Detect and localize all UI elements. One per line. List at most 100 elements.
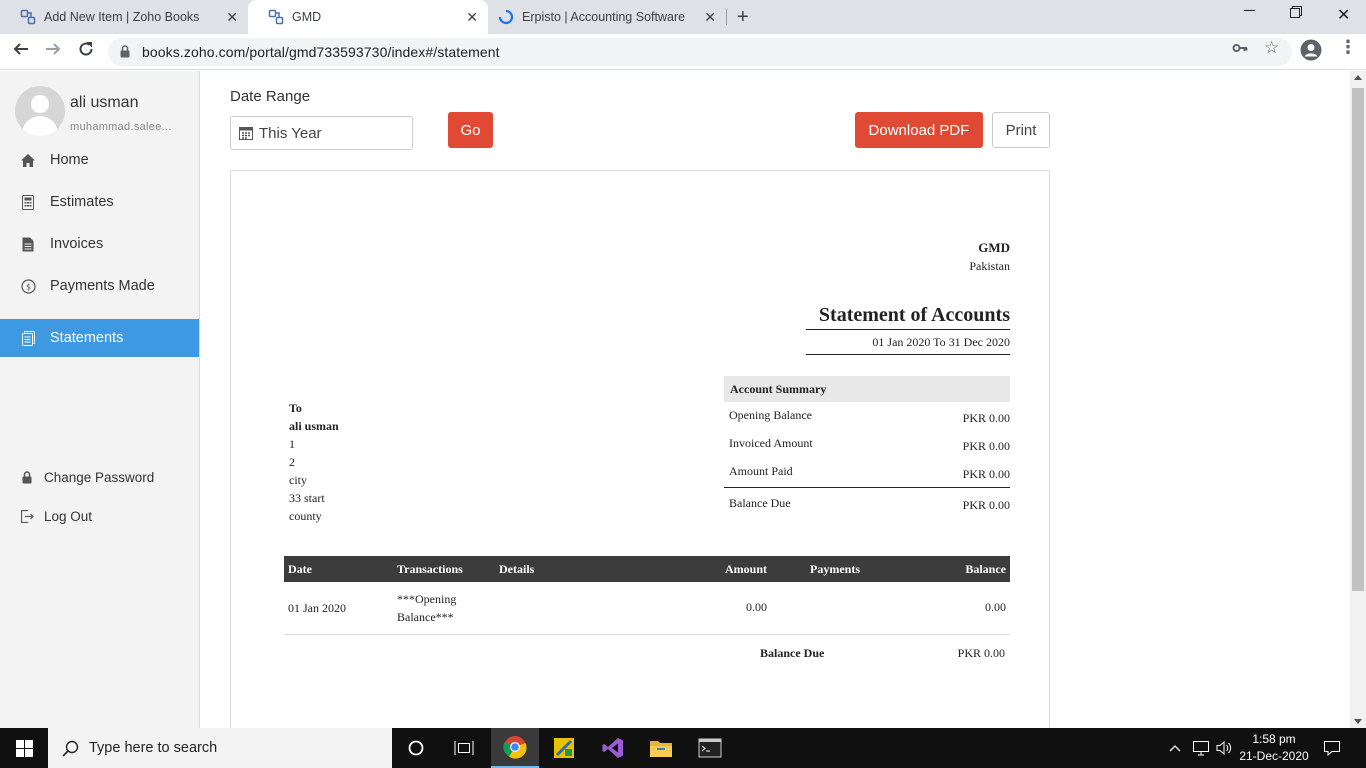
column-header: Date xyxy=(288,562,312,576)
scroll-down-arrow-icon[interactable] xyxy=(1354,719,1362,724)
network-icon[interactable] xyxy=(1192,728,1210,768)
restore-icon[interactable] xyxy=(1290,5,1302,22)
show-hidden-icons-chevron-icon[interactable] xyxy=(1169,728,1181,768)
windows-start-icon[interactable] xyxy=(0,728,48,768)
address-line: city xyxy=(289,473,307,487)
tab-title: GMD xyxy=(292,10,322,24)
sidebar-item-estimates[interactable]: Estimates xyxy=(0,183,199,221)
tab-title: Erpisto | Accounting Software xyxy=(522,10,686,24)
sidebar-item-statements[interactable]: Statements xyxy=(0,319,199,357)
account-summary-heading: Account Summary xyxy=(724,376,1010,402)
sidebar-item-label: Estimates xyxy=(50,194,114,210)
download-pdf-button[interactable]: Download PDF xyxy=(855,112,983,148)
address-line: 2 xyxy=(289,455,295,469)
clock-time: 1:58 pm xyxy=(1252,732,1296,746)
table-balance-due-value: PKR 0.00 xyxy=(957,646,1005,660)
sidebar-item-home[interactable]: Home xyxy=(0,141,199,179)
zoho-books-icon xyxy=(268,9,284,25)
column-header: Payments xyxy=(810,562,860,576)
divider xyxy=(806,354,1010,355)
account-summary: Account Summary Opening Balance PKR 0.00… xyxy=(724,376,1010,516)
user-name: ali usman xyxy=(70,94,139,111)
close-window-icon[interactable]: ✕ xyxy=(1337,5,1350,25)
date-range-select[interactable]: This Year xyxy=(230,116,413,150)
close-icon[interactable]: ✕ xyxy=(704,9,716,26)
file-explorer-icon[interactable] xyxy=(637,728,685,768)
taskbar-clock[interactable]: 1:58 pm 21-Dec-2020 xyxy=(1236,731,1312,765)
minimize-icon[interactable]: ─ xyxy=(1244,2,1255,19)
back-icon[interactable] xyxy=(13,41,29,62)
volume-icon[interactable] xyxy=(1215,728,1233,768)
org-country: Pakistan xyxy=(969,259,1010,273)
tools-app-icon[interactable] xyxy=(540,728,588,768)
date-range-value: This Year xyxy=(259,124,322,142)
browser-toolbar: books.zoho.com/portal/gmd733593730/index… xyxy=(0,34,1366,70)
cell-transaction: Balance*** xyxy=(397,610,454,624)
column-header: Details xyxy=(499,562,535,576)
statement-icon xyxy=(20,330,36,346)
sidebar-item-label: Statements xyxy=(50,330,124,346)
notifications-icon[interactable] xyxy=(1323,728,1341,768)
page-scrollbar[interactable] xyxy=(1350,71,1366,728)
task-view-icon[interactable] xyxy=(440,728,488,768)
tab-erpisto[interactable]: Erpisto | Accounting Software ✕ xyxy=(488,0,726,34)
logout-icon xyxy=(20,509,34,523)
coin-icon: $ xyxy=(20,278,36,294)
statement-date-range: 01 Jan 2020 To 31 Dec 2020 xyxy=(872,335,1010,349)
print-button[interactable]: Print xyxy=(992,112,1050,148)
calendar-icon xyxy=(239,126,253,140)
statement-title: Statement of Accounts xyxy=(818,304,1010,326)
sidebar-item-change-password[interactable]: Change Password xyxy=(0,462,199,492)
bookmark-star-icon[interactable]: ☆ xyxy=(1264,38,1279,58)
sidebar-item-label: Payments Made xyxy=(50,278,155,294)
summary-label: Opening Balance xyxy=(729,408,812,422)
address-line: county xyxy=(289,509,322,523)
tab-add-new-item[interactable]: Add New Item | Zoho Books ✕ xyxy=(0,0,248,34)
summary-value: PKR 0.00 xyxy=(962,467,1010,481)
summary-row: Amount Paid PKR 0.00 xyxy=(724,458,1010,486)
url-text: books.zoho.com/portal/gmd733593730/index… xyxy=(142,44,500,60)
go-button[interactable]: Go xyxy=(448,112,493,148)
sidebar-item-payments-made[interactable]: $ Payments Made xyxy=(0,267,199,305)
home-icon xyxy=(20,153,36,168)
new-tab-icon[interactable]: + xyxy=(737,6,749,29)
scrollbar-thumb[interactable] xyxy=(1352,88,1364,591)
sidebar-item-label: Home xyxy=(50,152,89,168)
terminal-icon[interactable] xyxy=(686,728,734,768)
sidebar-item-log-out[interactable]: Log Out xyxy=(0,501,199,531)
date-range-label: Date Range xyxy=(230,88,311,105)
visual-studio-icon[interactable] xyxy=(589,728,637,768)
address-bar[interactable]: books.zoho.com/portal/gmd733593730/index… xyxy=(108,38,1292,66)
key-icon[interactable] xyxy=(1232,40,1248,60)
address-line: 33 start xyxy=(289,491,325,505)
calculator-icon xyxy=(20,194,36,210)
close-icon[interactable]: ✕ xyxy=(466,9,478,26)
tab-gmd[interactable]: GMD ✕ xyxy=(248,0,488,34)
to-name: ali usman xyxy=(289,419,339,433)
cortana-icon[interactable] xyxy=(392,728,440,768)
cell-transaction: ***Opening xyxy=(397,592,457,606)
tab-divider xyxy=(726,9,727,25)
summary-value: PKR 0.00 xyxy=(962,411,1010,425)
sidebar-item-invoices[interactable]: Invoices xyxy=(0,225,199,263)
transactions-table-header: Date Transactions Details Amount Payment… xyxy=(284,556,1010,582)
menu-kebab-icon[interactable]: ⋮ xyxy=(1339,37,1357,58)
column-header: Amount xyxy=(725,562,768,576)
browser-tabstrip: Add New Item | Zoho Books ✕ GMD ✕ Erpist… xyxy=(0,0,1366,34)
column-header: Balance xyxy=(965,562,1006,576)
sidebar-item-label: Change Password xyxy=(44,469,155,485)
reload-icon[interactable] xyxy=(78,41,94,62)
summary-row: Opening Balance PKR 0.00 xyxy=(724,402,1010,430)
forward-icon[interactable] xyxy=(45,41,61,62)
taskbar-search-box[interactable]: Type here to search xyxy=(48,728,392,768)
summary-label: Invoiced Amount xyxy=(729,436,813,450)
cell-amount: 0.00 xyxy=(746,600,767,614)
scroll-up-arrow-icon[interactable] xyxy=(1354,75,1362,80)
close-icon[interactable]: ✕ xyxy=(226,9,238,26)
cell-balance: 0.00 xyxy=(985,600,1006,614)
summary-value: PKR 0.00 xyxy=(962,498,1010,512)
chrome-taskbar-icon[interactable] xyxy=(491,728,539,768)
profile-icon[interactable] xyxy=(1300,39,1322,65)
bill-to-block: To ali usman 1 2 city 33 start county xyxy=(289,399,339,525)
table-row: 01 Jan 2020 ***Opening Balance*** 0.00 0… xyxy=(284,582,1010,635)
